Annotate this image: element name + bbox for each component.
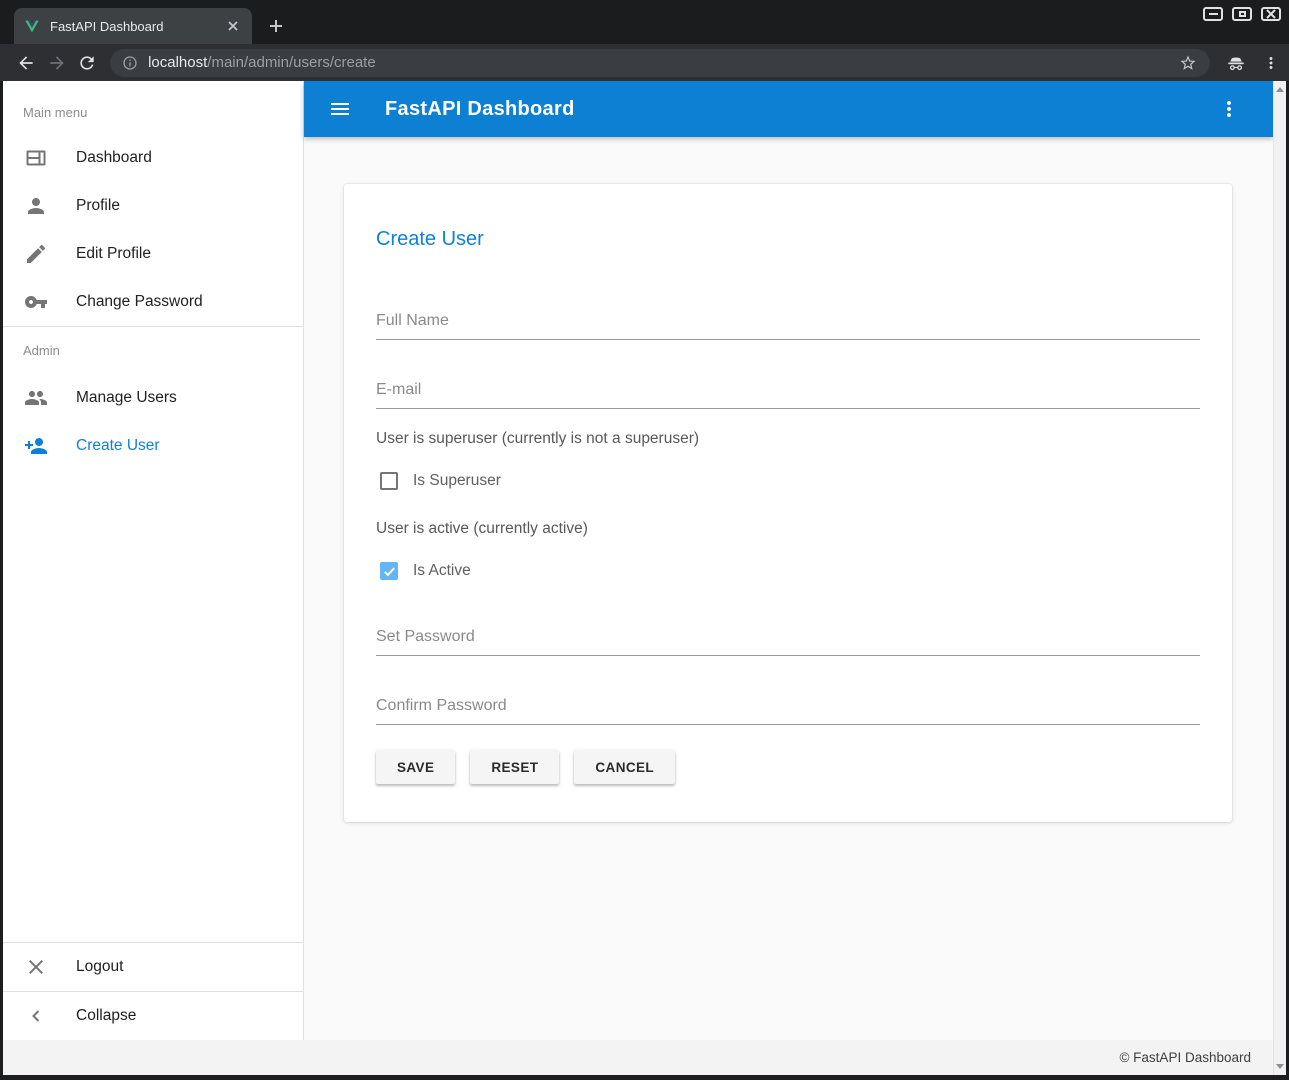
hamburger-icon [328, 97, 352, 121]
chevron-left-icon [24, 1004, 48, 1028]
checkmark-icon [382, 564, 397, 579]
bookmark-button[interactable] [1176, 51, 1200, 75]
cancel-button[interactable]: CANCEL [574, 750, 675, 784]
tab-title: FastAPI Dashboard [50, 19, 224, 34]
save-button[interactable]: SAVE [376, 750, 455, 784]
back-arrow-icon [16, 53, 36, 73]
person-icon [24, 194, 48, 218]
dashboard-icon [24, 146, 48, 170]
forward-button[interactable] [41, 47, 71, 79]
active-note: User is active (currently active) [376, 520, 1200, 538]
window-controls [1203, 7, 1281, 21]
form-actions: SAVE RESET CANCEL [376, 750, 1200, 784]
url-path: /main/admin/users/create [207, 54, 375, 71]
sidebar-item-profile[interactable]: Profile [3, 182, 303, 230]
app-title: FastAPI Dashboard [385, 98, 575, 121]
sidebar-section-main-menu: Main menu [3, 81, 303, 134]
url-text[interactable]: localhost/main/admin/users/create [148, 54, 1176, 71]
vue-logo-icon [24, 18, 40, 34]
close-icon [227, 20, 239, 32]
page-title: Create User [376, 224, 1200, 254]
close-icon [1266, 9, 1276, 19]
sidebar-item-collapse[interactable]: Collapse [3, 992, 303, 1040]
sidebar-item-change-password[interactable]: Change Password [3, 278, 303, 326]
incognito-badge [1222, 48, 1250, 78]
kebab-menu-icon [1217, 97, 1241, 121]
confirm-password-field[interactable] [376, 697, 1200, 725]
info-icon[interactable] [122, 55, 138, 71]
checkbox-checked-icon[interactable] [380, 562, 398, 580]
browser-window: FastAPI Dashboard localhost/m [0, 0, 1289, 1080]
sidebar-item-label: Logout [76, 958, 123, 976]
sidebar-item-label: Dashboard [76, 149, 152, 167]
incognito-icon [1225, 52, 1247, 74]
create-user-card: Create User User is superuser (currently… [344, 184, 1232, 822]
checkbox-label: Is Superuser [413, 472, 501, 490]
tab-close-button[interactable] [224, 17, 242, 35]
sidebar-item-dashboard[interactable]: Dashboard [3, 134, 303, 182]
app-menu-button[interactable] [1209, 89, 1249, 129]
sidebar-item-label: Manage Users [76, 389, 177, 407]
reset-button[interactable]: RESET [470, 750, 559, 784]
sidebar-bottom: Logout Collapse [3, 942, 303, 1040]
close-window-button[interactable] [1261, 7, 1281, 21]
reload-icon [77, 53, 97, 73]
address-bar[interactable]: localhost/main/admin/users/create [110, 49, 1210, 77]
url-host: localhost [148, 54, 207, 71]
new-tab-button[interactable] [262, 12, 290, 40]
is-superuser-checkbox-row[interactable]: Is Superuser [376, 472, 1200, 490]
web-page: Main menu Dashboard Profile Edit Profile [3, 81, 1286, 1075]
app-bar: FastAPI Dashboard [304, 81, 1273, 137]
star-icon [1179, 54, 1197, 72]
is-active-checkbox-row[interactable]: Is Active [376, 562, 1200, 580]
reload-button[interactable] [72, 47, 102, 79]
nav-drawer-toggle-button[interactable] [316, 85, 364, 133]
sidebar-item-label: Collapse [76, 1007, 136, 1025]
maximize-button[interactable] [1232, 7, 1252, 21]
sidebar: Main menu Dashboard Profile Edit Profile [3, 81, 304, 1040]
sidebar-item-edit-profile[interactable]: Edit Profile [3, 230, 303, 278]
page-footer: © FastAPI Dashboard [3, 1040, 1273, 1075]
email-field[interactable] [376, 381, 1200, 409]
scroll-up-arrow-icon[interactable] [1276, 87, 1284, 92]
sidebar-item-create-user[interactable]: Create User [3, 422, 303, 470]
sidebar-item-manage-users[interactable]: Manage Users [3, 374, 303, 422]
checkbox-unchecked-icon[interactable] [380, 472, 398, 490]
forward-arrow-icon [47, 53, 67, 73]
minimize-button[interactable] [1203, 7, 1223, 21]
person-add-icon [24, 434, 48, 458]
sidebar-item-label: Change Password [76, 293, 203, 311]
new-tab-icon [268, 18, 284, 34]
key-icon [24, 290, 48, 314]
browser-tab[interactable]: FastAPI Dashboard [14, 8, 252, 44]
full-name-field[interactable] [376, 312, 1200, 340]
sidebar-section-admin: Admin [3, 327, 303, 374]
maximize-icon [1239, 11, 1246, 17]
superuser-note: User is superuser (currently is not a su… [376, 430, 1200, 448]
back-button[interactable] [11, 47, 41, 79]
sidebar-item-label: Create User [76, 437, 160, 455]
page-scrollbar[interactable] [1273, 81, 1286, 1075]
sidebar-item-logout[interactable]: Logout [3, 943, 303, 991]
browser-toolbar: localhost/main/admin/users/create [0, 44, 1289, 81]
main-content: Create User User is superuser (currently… [304, 137, 1273, 1040]
sidebar-item-label: Profile [76, 197, 120, 215]
tab-strip: FastAPI Dashboard [0, 0, 1289, 44]
browser-menu-button[interactable] [1257, 48, 1285, 78]
scroll-down-arrow-icon[interactable] [1276, 1064, 1284, 1069]
kebab-menu-icon [1262, 54, 1280, 72]
minimize-icon [1209, 13, 1218, 15]
pencil-icon [24, 242, 48, 266]
copyright-text: © FastAPI Dashboard [1119, 1050, 1251, 1065]
set-password-field[interactable] [376, 628, 1200, 656]
close-icon [24, 955, 48, 979]
checkbox-label: Is Active [413, 562, 471, 580]
sidebar-item-label: Edit Profile [76, 245, 151, 263]
people-icon [24, 386, 48, 410]
